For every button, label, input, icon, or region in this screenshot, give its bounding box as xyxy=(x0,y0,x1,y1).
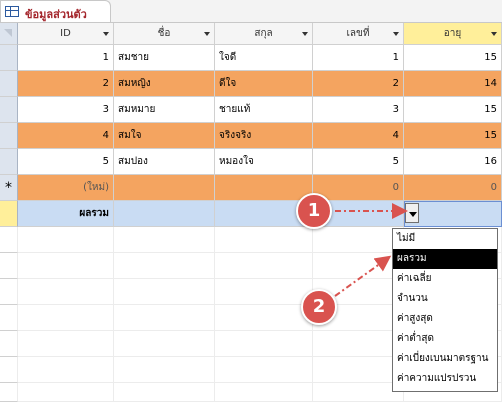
callout-1: 1 xyxy=(296,193,332,229)
callout-arrow-2 xyxy=(334,255,392,297)
callout-2: 2 xyxy=(301,289,337,325)
callout-arrows xyxy=(334,203,408,297)
